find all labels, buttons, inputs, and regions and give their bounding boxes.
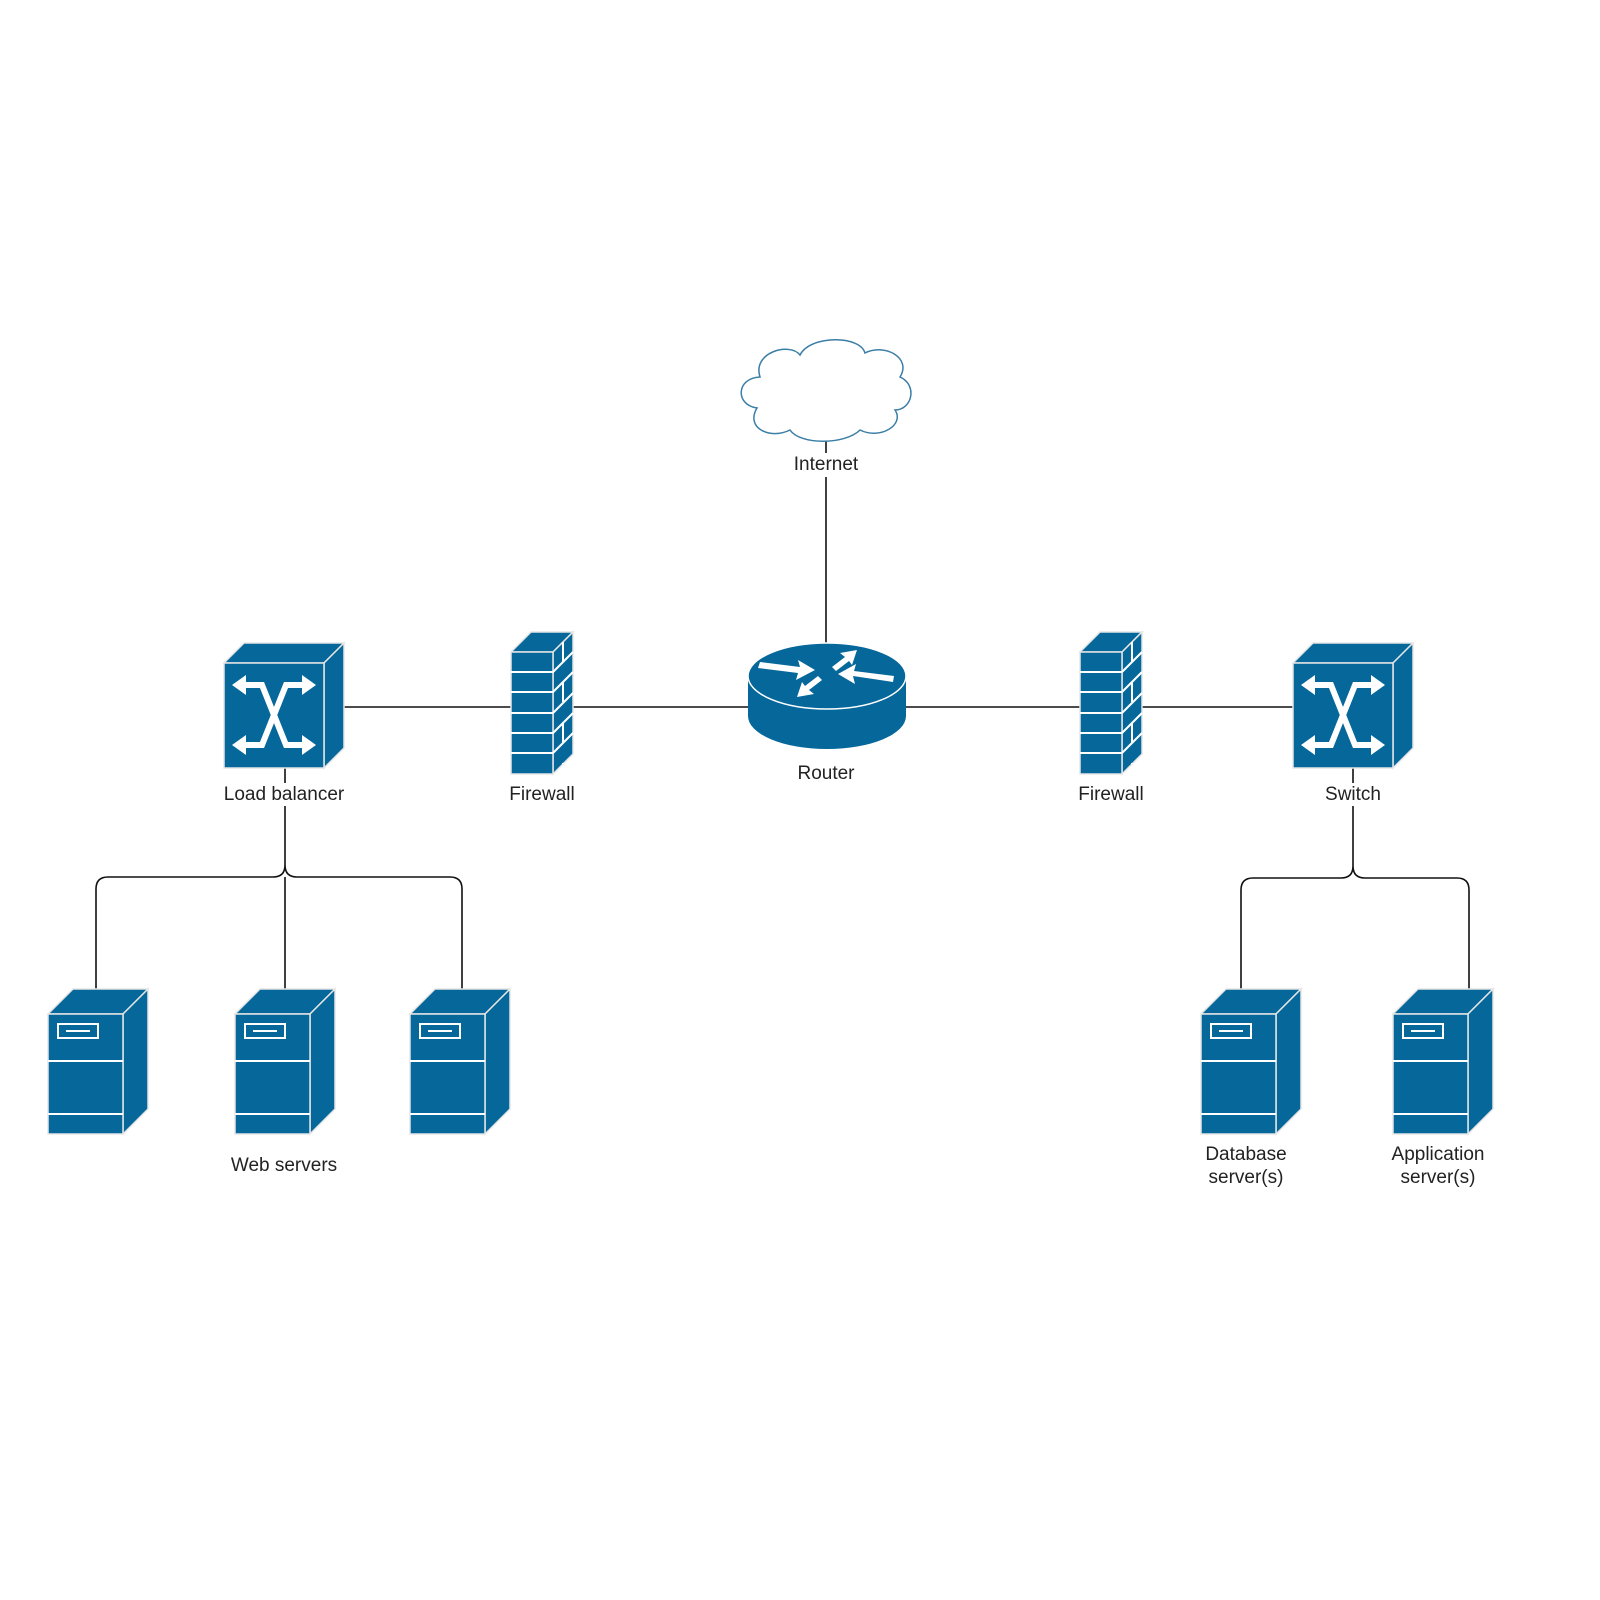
database-server-icon: [1200, 988, 1302, 1135]
application-server-label-line2: server(s): [1400, 1167, 1476, 1188]
internet-label: Internet: [793, 454, 859, 475]
database-server-label-line1: Database: [1205, 1144, 1287, 1165]
firewall-left-label: Firewall: [509, 784, 575, 805]
web-server-3-icon: [409, 988, 511, 1135]
firewall-right-label: Firewall: [1078, 784, 1144, 805]
firewall-left-icon: [510, 631, 574, 775]
web-server-2-icon: [234, 988, 336, 1135]
load-balancer-icon: [224, 643, 344, 768]
firewall-right-icon: [1079, 631, 1143, 775]
database-server-label: Database server(s): [1205, 1143, 1286, 1189]
switch-label: Switch: [1325, 784, 1381, 805]
application-server-label-line1: Application: [1391, 1144, 1485, 1165]
cloud-icon: [740, 339, 912, 442]
application-server-icon: [1392, 988, 1494, 1135]
load-balancer-label: Load balancer: [223, 784, 345, 805]
database-server-label-line2: server(s): [1208, 1167, 1284, 1188]
web-server-1-icon: [47, 988, 149, 1135]
router-label: Router: [797, 763, 855, 784]
web-servers-label: Web servers: [230, 1155, 338, 1176]
router-icon: [747, 642, 907, 749]
application-server-label: Application server(s): [1392, 1143, 1485, 1189]
switch-icon: [1293, 643, 1413, 768]
